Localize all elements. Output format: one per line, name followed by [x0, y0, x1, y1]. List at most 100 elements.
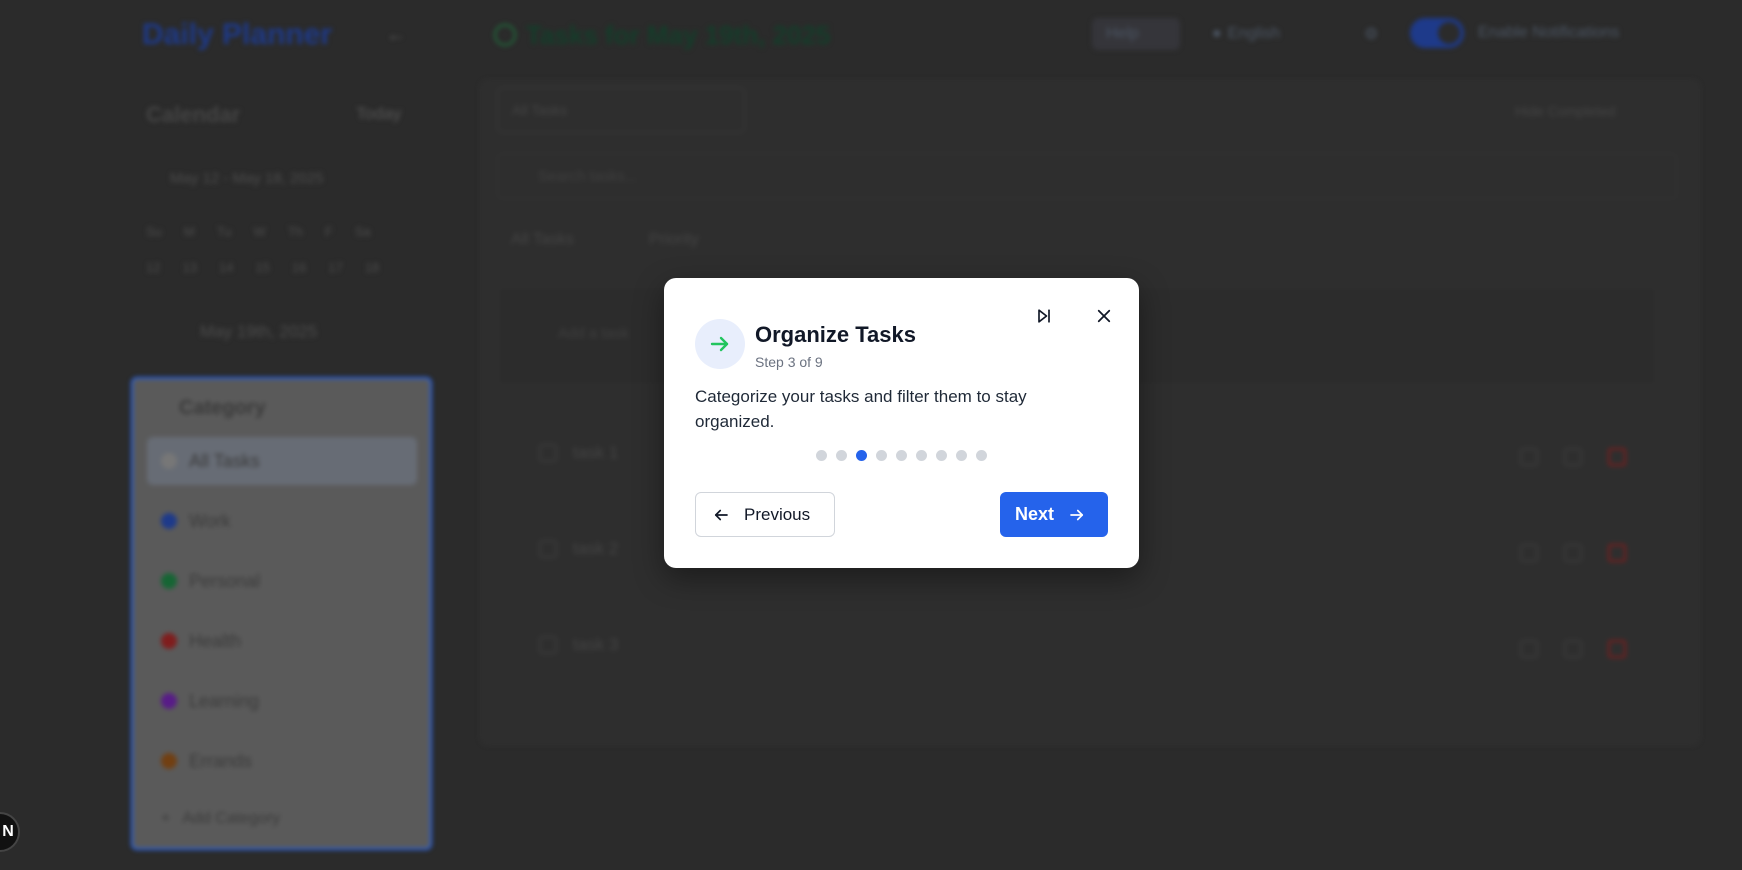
task-actions: [1520, 640, 1626, 658]
notifications-label: Enable Notifications: [1478, 24, 1620, 41]
arrow-right-icon: [1070, 509, 1084, 520]
progress-dot[interactable]: [876, 450, 887, 461]
category-label: Health: [189, 630, 242, 651]
tour-description: Categorize your tasks and filter them to…: [695, 387, 1027, 431]
category-dot: [161, 633, 177, 649]
sort-priority-tab[interactable]: Priority: [649, 231, 699, 249]
progress-dot[interactable]: [956, 450, 967, 461]
hide-completed-button[interactable]: Hide Completed: [1515, 103, 1615, 119]
app-title: Daily Planner: [142, 18, 333, 51]
progress-dot[interactable]: [856, 450, 867, 461]
progress-dot[interactable]: [976, 450, 987, 461]
search-input[interactable]: Search tasks...: [497, 153, 1677, 199]
delete-icon[interactable]: [1608, 640, 1626, 658]
calendar-day[interactable]: 15: [255, 260, 269, 275]
category-label: Work: [189, 510, 231, 531]
task-actions: [1520, 544, 1626, 562]
calendar-days: 12 13 14 15 16 17 18: [146, 260, 379, 275]
edit-icon[interactable]: [1564, 544, 1582, 562]
language-selector[interactable]: ● English: [1212, 18, 1332, 50]
skip-forward-icon: [1038, 309, 1050, 323]
category-item-health[interactable]: Health: [147, 617, 417, 665]
add-task-placeholder: Add a task: [558, 325, 629, 342]
category-label: Personal: [189, 570, 261, 591]
task-row[interactable]: task 3: [517, 625, 1657, 665]
calendar-weekdays: Su M Tu W Th F Sa: [146, 224, 371, 239]
progress-dot[interactable]: [916, 450, 927, 461]
share-icon[interactable]: [1520, 640, 1538, 658]
help-button[interactable]: Help: [1092, 18, 1180, 50]
category-item-errands[interactable]: Errands: [147, 737, 417, 785]
category-item-all[interactable]: All Tasks: [147, 437, 417, 485]
progress-dot[interactable]: [836, 450, 847, 461]
notifications-toggle[interactable]: [1410, 18, 1464, 48]
category-dot: [161, 573, 177, 589]
edit-icon[interactable]: [1564, 448, 1582, 466]
category-label: Learning: [189, 690, 260, 711]
progress-dot[interactable]: [896, 450, 907, 461]
arrow-left-icon: [714, 509, 728, 520]
add-category-button[interactable]: + Add Category: [147, 795, 417, 843]
search-placeholder: Search tasks...: [538, 168, 638, 185]
category-item-work[interactable]: Work: [147, 497, 417, 545]
selected-date: May 19th, 2025: [200, 322, 318, 341]
calendar-day[interactable]: 17: [328, 260, 342, 275]
task-actions: [1520, 448, 1626, 466]
help-label: Help: [1106, 25, 1139, 42]
next-button[interactable]: Next: [1000, 492, 1108, 537]
language-label: English: [1227, 25, 1281, 42]
task-checkbox[interactable]: [539, 540, 557, 558]
weekday-label: W: [253, 224, 266, 239]
calendar-panel: Calendar Today May 12 - May 18, 2025 Su …: [130, 82, 428, 362]
category-panel: Category All Tasks Work Personal Health …: [131, 377, 432, 850]
filter-tab-label: All Tasks: [512, 102, 567, 118]
progress-dot[interactable]: [936, 450, 947, 461]
calendar-day[interactable]: 18: [365, 260, 379, 275]
calendar-range: May 12 - May 18, 2025: [170, 170, 324, 187]
weekday-label: Tu: [216, 224, 232, 239]
previous-label: Previous: [744, 504, 811, 524]
edit-icon[interactable]: [1564, 640, 1582, 658]
check-circle-icon: [494, 24, 516, 46]
calendar-day[interactable]: 14: [219, 260, 233, 275]
settings-icon[interactable]: ⚙: [1364, 18, 1388, 50]
weekday-label: Su: [146, 224, 162, 239]
weekday-label: F: [324, 224, 333, 239]
task-checkbox[interactable]: [539, 636, 557, 654]
progress-dot[interactable]: [816, 450, 827, 461]
category-dot: [161, 753, 177, 769]
category-item-personal[interactable]: Personal: [147, 557, 417, 605]
header-title: Tasks for May 19th, 2025: [526, 20, 831, 50]
tour-title: Organize Tasks: [755, 322, 916, 347]
weekday-label: M: [183, 224, 195, 239]
category-item-learning[interactable]: Learning: [147, 677, 417, 725]
today-button[interactable]: Today: [356, 104, 401, 124]
calendar-day[interactable]: 12: [146, 260, 160, 275]
delete-icon[interactable]: [1608, 544, 1626, 562]
close-button[interactable]: [1090, 302, 1118, 330]
calendar-day[interactable]: 16: [292, 260, 306, 275]
arrow-right-icon: [695, 319, 745, 369]
share-icon[interactable]: [1520, 448, 1538, 466]
tour-step: Step 3 of 9: [755, 354, 823, 370]
category-dot: [161, 693, 177, 709]
close-icon: [1097, 309, 1111, 323]
share-icon[interactable]: [1520, 544, 1538, 562]
task-label: task 3: [573, 635, 619, 654]
tour-modal: Organize Tasks Step 3 of 9 Categorize yo…: [664, 278, 1139, 568]
task-label: task 2: [573, 539, 619, 558]
calendar-title: Calendar: [146, 102, 241, 127]
category-dot: [161, 453, 177, 469]
previous-button[interactable]: Previous: [695, 492, 835, 537]
collapse-icon[interactable]: ←: [386, 24, 406, 47]
calendar-day[interactable]: 13: [182, 260, 196, 275]
skip-tour-button[interactable]: [1030, 302, 1058, 330]
task-checkbox[interactable]: [539, 444, 557, 462]
delete-icon[interactable]: [1608, 448, 1626, 466]
plus-icon: +: [161, 810, 171, 827]
tour-progress: [816, 450, 987, 461]
weekday-label: Th: [287, 224, 303, 239]
sort-all-tab[interactable]: All Tasks: [511, 231, 574, 249]
globe-icon: ●: [1212, 25, 1222, 42]
filter-tabs[interactable]: All Tasks: [497, 87, 745, 133]
